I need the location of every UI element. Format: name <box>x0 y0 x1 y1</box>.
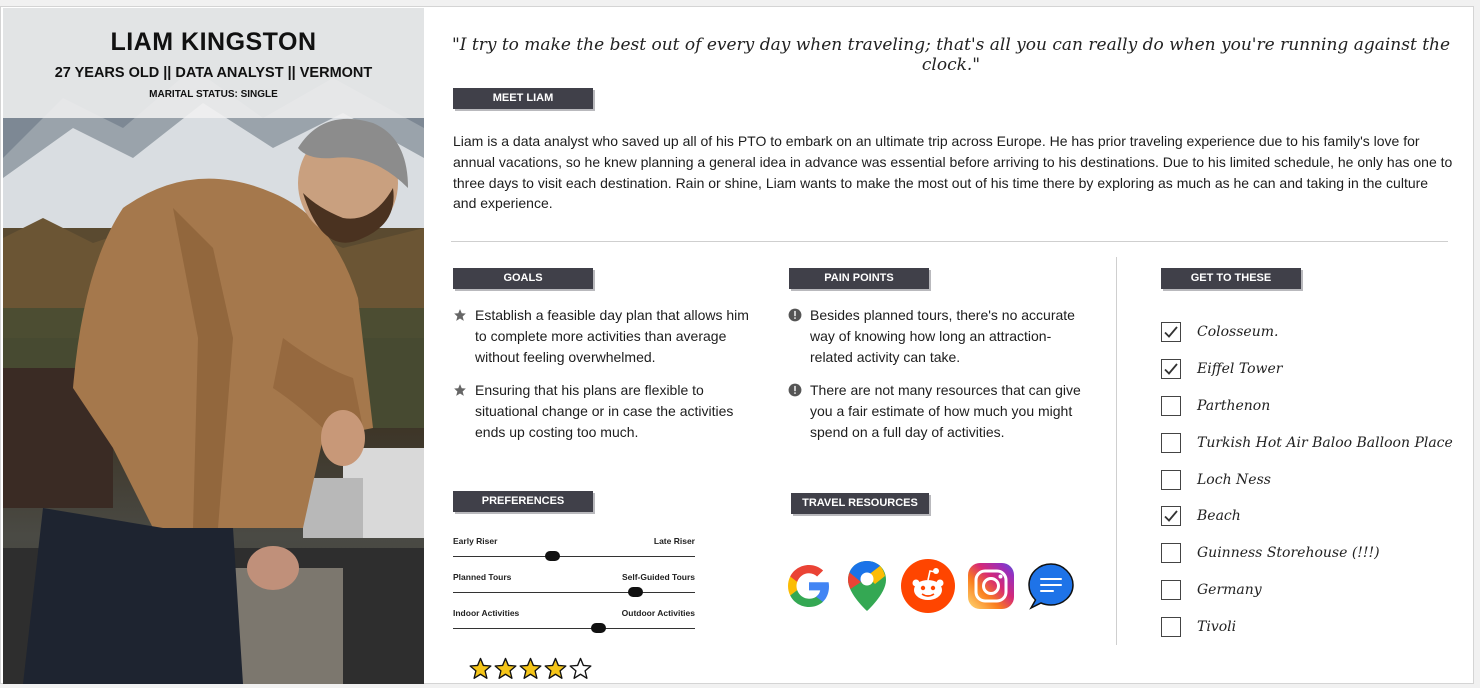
star-filled-icon[interactable] <box>544 657 567 680</box>
persona-subtitle: 27 YEARS OLD || DATA ANALYST || VERMONT <box>54 65 373 81</box>
checklist-item[interactable]: Tivoli <box>1161 608 1453 645</box>
reddit-icon[interactable] <box>901 559 955 613</box>
checklist-label: Tivoli <box>1197 618 1237 635</box>
preferences-heading: PREFERENCES <box>453 491 593 512</box>
slider-right-label: Outdoor Activities <box>621 608 695 618</box>
messages-icon[interactable] <box>1027 562 1075 610</box>
section-divider <box>451 241 1448 242</box>
checklist-item[interactable]: Colosseum. <box>1161 314 1453 351</box>
meet-heading: MEET LIAM <box>453 88 593 109</box>
slider-left-label: Planned Tours <box>453 572 512 582</box>
checklist-item[interactable]: Loch Ness <box>1161 461 1453 498</box>
preference-slider: Indoor Activities Outdoor Activities <box>453 608 695 633</box>
google-icon[interactable] <box>785 562 833 610</box>
checklist-item[interactable]: Guinness Storehouse (!!!) <box>1161 535 1453 572</box>
star-empty-icon[interactable] <box>569 657 592 680</box>
instagram-icon[interactable] <box>967 562 1015 610</box>
goals-list: Establish a feasible day plan that allow… <box>453 305 753 456</box>
travel-resources-icons <box>785 559 1075 613</box>
google-maps-icon[interactable] <box>845 559 889 613</box>
preference-slider: Planned Tours Self-Guided Tours <box>453 572 695 597</box>
pain-point-item: Besides planned tours, there's no accura… <box>788 305 1088 367</box>
slider-knob[interactable] <box>545 551 561 561</box>
preference-slider: Early Riser Late Riser <box>453 536 695 561</box>
persona-photo: LIAM KINGSTON 27 YEARS OLD || DATA ANALY… <box>3 8 424 684</box>
slider-left-label: Indoor Activities <box>453 608 520 618</box>
slider-track <box>453 623 695 633</box>
star-filled-icon[interactable] <box>519 657 542 680</box>
checkmark-icon <box>1164 363 1178 376</box>
checkbox-checked[interactable] <box>1161 506 1181 527</box>
star-filled-icon[interactable] <box>494 657 517 680</box>
slider-track <box>453 551 695 561</box>
pain-point-item: There are not many resources that can gi… <box>788 380 1088 442</box>
checklist-label: Turkish Hot Air Baloo Balloon Place <box>1197 434 1453 451</box>
checkmark-icon <box>1164 326 1178 339</box>
star-icon <box>454 309 466 321</box>
pain-points-heading: PAIN POINTS <box>789 268 929 289</box>
goal-item: Establish a feasible day plan that allow… <box>453 305 753 367</box>
persona-card: LIAM KINGSTON 27 YEARS OLD || DATA ANALY… <box>0 6 1474 684</box>
persona-quote: "I try to make the best out of every day… <box>451 35 1451 75</box>
slider-right-label: Late Riser <box>653 536 695 546</box>
pain-point-text: There are not many resources that can gi… <box>810 382 1081 440</box>
travel-resources-heading: TRAVEL RESOURCES <box>791 493 929 514</box>
checkbox-unchecked[interactable] <box>1161 579 1181 600</box>
checkbox-unchecked[interactable] <box>1161 543 1181 564</box>
goal-text: Establish a feasible day plan that allow… <box>475 307 749 365</box>
goal-item: Ensuring that his plans are flexible to … <box>453 380 753 442</box>
checkbox-unchecked[interactable] <box>1161 469 1181 490</box>
checklist-label: Germany <box>1197 581 1262 598</box>
slider-knob[interactable] <box>591 623 607 633</box>
star-filled-icon[interactable] <box>469 657 492 680</box>
goal-text: Ensuring that his plans are flexible to … <box>475 382 734 440</box>
checklist-label: Loch Ness <box>1197 471 1271 488</box>
star-icon <box>454 384 466 397</box>
checklist-item[interactable]: Eiffel Tower <box>1161 351 1453 388</box>
checkbox-unchecked[interactable] <box>1161 432 1181 453</box>
alert-icon <box>788 308 802 322</box>
pain-point-text: Besides planned tours, there's no accura… <box>810 307 1075 365</box>
checklist-label: Guinness Storehouse (!!!) <box>1197 545 1380 562</box>
slider-right-label: Self-Guided Tours <box>621 572 695 582</box>
slider-track <box>453 587 695 597</box>
rating-stars <box>469 657 592 680</box>
checkbox-checked[interactable] <box>1161 322 1181 343</box>
goals-heading: GOALS <box>453 268 593 289</box>
profile-header: LIAM KINGSTON 27 YEARS OLD || DATA ANALY… <box>3 8 424 118</box>
get-to-these-heading: GET TO THESE <box>1161 268 1301 289</box>
marital-status: MARITAL STATUS: SINGLE <box>149 89 278 100</box>
checklist-item[interactable]: Turkish Hot Air Baloo Balloon Place <box>1161 424 1453 461</box>
alert-icon <box>788 383 802 397</box>
slider-left-label: Early Riser <box>453 536 498 546</box>
checkmark-icon <box>1164 510 1178 523</box>
persona-name: LIAM KINGSTON <box>110 28 317 56</box>
pain-points-list: Besides planned tours, there's no accura… <box>788 305 1088 456</box>
checklist-label: Parthenon <box>1197 397 1271 414</box>
destination-checklist: Colosseum. Eiffel Tower Parthenon Turkish H… <box>1161 314 1453 645</box>
checklist-item[interactable]: Parthenon <box>1161 388 1453 425</box>
checkbox-checked[interactable] <box>1161 359 1181 380</box>
checklist-item[interactable]: Germany <box>1161 572 1453 609</box>
checklist-label: Eiffel Tower <box>1197 361 1283 378</box>
checklist-label: Colosseum. <box>1197 324 1279 341</box>
slider-knob[interactable] <box>627 587 643 597</box>
column-divider <box>1116 257 1117 645</box>
checklist-label: Beach <box>1197 508 1241 525</box>
checkbox-unchecked[interactable] <box>1161 616 1181 637</box>
meet-description: Liam is a data analyst who saved up all … <box>453 133 1453 212</box>
checkbox-unchecked[interactable] <box>1161 395 1181 416</box>
checklist-item[interactable]: Beach <box>1161 498 1453 535</box>
